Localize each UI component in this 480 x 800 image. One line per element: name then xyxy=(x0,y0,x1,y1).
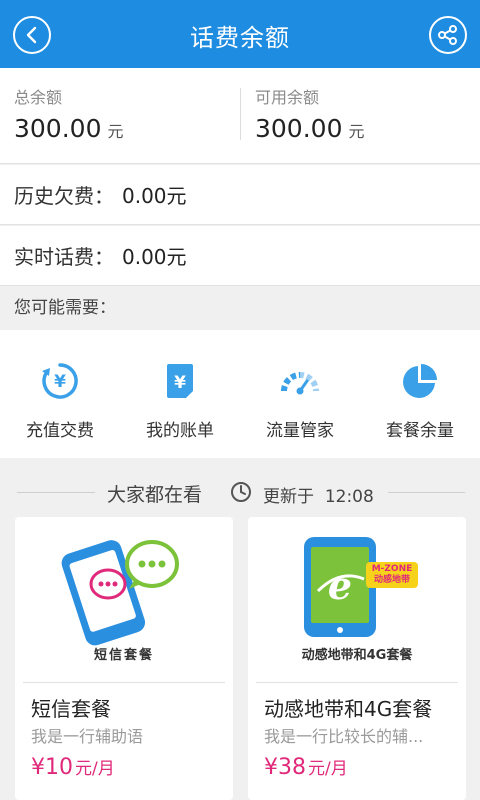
balance-panel: 总余额 300.00 元 可用余额 300.00 元 xyxy=(0,68,480,164)
realtime-charge-label: 实时话费： xyxy=(14,245,114,269)
section-rule-right xyxy=(388,492,465,493)
quick-data-manager-label: 流量管家 xyxy=(266,421,334,441)
quick-data-manager[interactable]: 流量管家 xyxy=(240,330,360,458)
mzone-4g-plan-price-amount: ¥38 xyxy=(264,755,306,780)
realtime-charge-row: 实时话费： 0.00元 xyxy=(0,226,480,286)
mzone-4g-plan-subtitle: 我是一行比较长的辅... xyxy=(264,727,424,746)
clock-icon xyxy=(231,482,251,502)
total-balance: 总余额 300.00 元 xyxy=(14,88,124,147)
update-time-value: 12:08 xyxy=(324,487,374,507)
total-balance-label: 总余额 xyxy=(14,88,63,107)
mzone-4g-plan-title: 动感地带和4G套餐 xyxy=(264,697,433,721)
quick-bill[interactable]: ¥ 我的账单 xyxy=(120,330,240,458)
quick-plan-remaining-label: 套餐余量 xyxy=(386,421,454,441)
page-title: 话费余额 xyxy=(190,24,290,52)
quick-recharge[interactable]: ¥ 充值交费 xyxy=(0,330,120,458)
mzone-4g-plan-price-unit: 元/月 xyxy=(308,759,348,779)
app-header: 话费余额 xyxy=(0,0,480,68)
trending-header: 大家都在看 更新于 12:08 xyxy=(0,472,480,512)
total-balance-amount: 300.00 元 xyxy=(14,114,124,147)
total-balance-unit: 元 xyxy=(107,122,124,141)
realtime-charge-value: 0.00元 xyxy=(122,245,187,269)
available-balance-unit: 元 xyxy=(348,122,365,141)
card-divider xyxy=(23,682,225,683)
history-arrears-row: 历史欠费： 0.00元 xyxy=(0,165,480,225)
quick-bill-label: 我的账单 xyxy=(146,421,214,441)
svg-text:¥: ¥ xyxy=(174,373,186,393)
share-icon xyxy=(438,25,457,45)
sms-plan-subtitle: 我是一行辅助语 xyxy=(31,727,144,746)
available-balance: 可用余额 300.00 元 xyxy=(255,88,365,147)
share-button[interactable] xyxy=(429,16,467,54)
mzone-4g-plan-image-caption: 动感地带和4G套餐 xyxy=(301,648,413,663)
sms-plan-price-unit: 元/月 xyxy=(75,759,115,779)
recharge-icon: ¥ xyxy=(39,360,81,402)
svg-text:¥: ¥ xyxy=(54,372,66,392)
history-arrears-value: 0.00元 xyxy=(122,184,187,208)
sms-plan-image-caption: 短信套餐 xyxy=(93,648,154,663)
svg-text:e: e xyxy=(328,563,352,608)
update-time: 更新于 12:08 xyxy=(263,482,374,507)
sms-plan-title: 短信套餐 xyxy=(31,697,111,721)
history-arrears-label: 历史欠费： xyxy=(14,184,114,208)
quick-actions: ¥ 充值交费 ¥ 我的账单 流量管家 套餐余量 xyxy=(0,330,480,458)
available-balance-value: 300.00 xyxy=(255,114,343,143)
you-may-need-heading: 您可能需要： xyxy=(0,287,480,330)
pie-chart-icon xyxy=(399,360,441,402)
card-divider xyxy=(256,682,458,683)
update-label: 更新于 xyxy=(263,487,314,507)
available-balance-amount: 300.00 元 xyxy=(255,114,365,147)
total-balance-value: 300.00 xyxy=(14,114,102,143)
trending-title: 大家都在看 xyxy=(107,484,203,506)
quick-plan-remaining[interactable]: 套餐余量 xyxy=(360,330,480,458)
mzone-logo: M-ZONE 动感地带 xyxy=(371,564,413,585)
mzone-4g-plan-price: ¥38 元/月 xyxy=(264,754,348,780)
data-gauge-icon xyxy=(279,360,321,402)
available-balance-label: 可用余额 xyxy=(255,88,320,107)
sms-plan-card[interactable]: 短信套餐 短信套餐 我是一行辅助语 ¥10 元/月 xyxy=(15,517,233,800)
section-rule-left xyxy=(17,492,95,493)
sms-plan-price: ¥10 元/月 xyxy=(31,754,115,780)
mzone-4g-plan-card[interactable]: e M-ZONE 动感地带 动感地带和4G套餐 动感地带和4G套餐 我是一行比较… xyxy=(248,517,466,800)
balance-divider xyxy=(240,88,241,140)
sms-plan-image: 短信套餐 xyxy=(15,517,233,682)
bill-icon: ¥ xyxy=(159,360,201,402)
sms-plan-price-amount: ¥10 xyxy=(31,755,73,780)
mzone-4g-plan-image: e M-ZONE 动感地带 动感地带和4G套餐 xyxy=(248,517,466,682)
quick-recharge-label: 充值交费 xyxy=(26,421,94,441)
